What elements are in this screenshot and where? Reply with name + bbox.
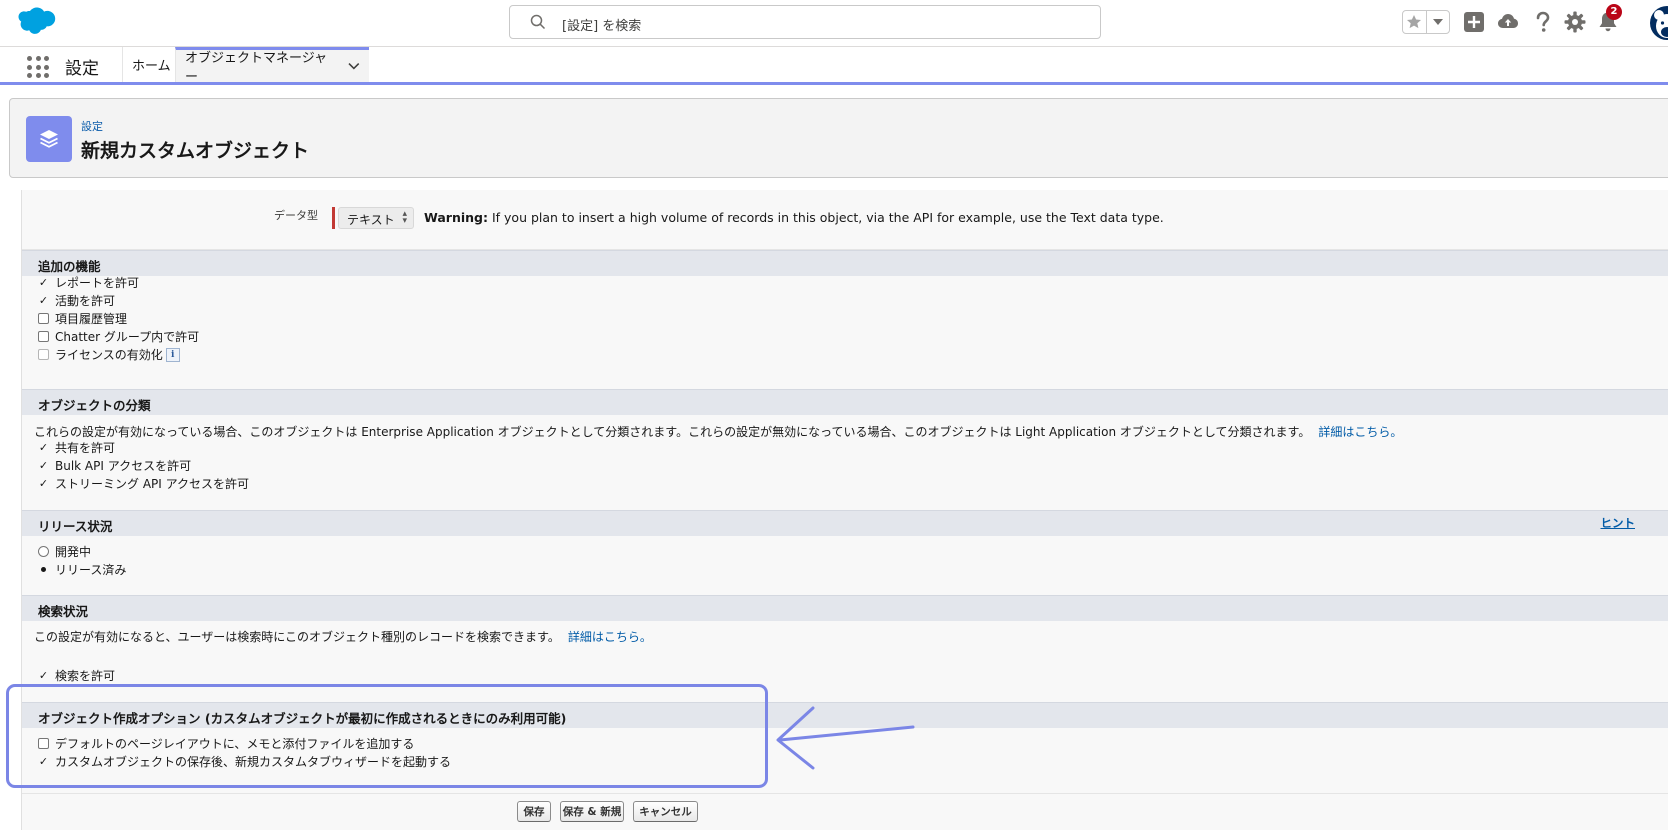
plus-box-icon	[1464, 12, 1484, 32]
user-avatar[interactable]	[1650, 6, 1668, 40]
checkbox-empty-icon	[38, 313, 49, 324]
checkbox-streaming-api[interactable]: ✓ ストリーミング API アクセスを許可	[38, 475, 249, 492]
checkbox-label: 共有を許可	[55, 441, 116, 455]
learn-more-link[interactable]: 詳細はこちら。	[1318, 425, 1402, 439]
section-title-features: 追加の機能	[38, 259, 101, 274]
annotation-arrow-icon	[776, 706, 915, 770]
checkbox-allow-search[interactable]: ✓ 検索を許可	[38, 667, 115, 684]
tab-object-manager[interactable]: オブジェクトマネージャー	[175, 47, 369, 85]
checkbox-label: Chatter グループ内で許可	[55, 330, 200, 344]
favorites-group	[1402, 10, 1450, 34]
checkbox-label: ライセンスの有効化	[55, 348, 163, 362]
radio-deployed[interactable]: リリース済み	[38, 561, 126, 578]
tab-object-manager-label: オブジェクトマネージャー	[185, 51, 328, 85]
data-type-value: テキスト	[347, 213, 395, 227]
checkbox-enable-licensing: ライセンスの有効化 i	[38, 346, 180, 363]
gear-icon	[1564, 11, 1586, 33]
description-text: この設定が有効になると、ユーザーは検索時にこのオブジェクト種別のレコードを検索で…	[34, 630, 560, 644]
info-icon[interactable]: i	[165, 347, 180, 362]
tab-home[interactable]: ホーム	[122, 47, 180, 82]
checkmark-icon: ✓	[38, 459, 49, 472]
radio-empty-icon	[38, 546, 49, 557]
save-button[interactable]: 保存	[517, 801, 551, 822]
select-arrows-icon: ▴ ▾	[402, 209, 407, 226]
button-row: 保存 保存 & 新規 キャンセル	[22, 793, 1668, 827]
global-search[interactable]: [設定] を検索	[509, 5, 1101, 39]
search-description: この設定が有効になると、ユーザーは検索時にこのオブジェクト種別のレコードを検索で…	[34, 628, 652, 645]
checkbox-label: 項目履歴管理	[55, 312, 128, 326]
radio-selected-icon	[41, 567, 46, 572]
checkbox-label: 活動を許可	[55, 294, 116, 308]
favorites-dropdown-button[interactable]	[1425, 11, 1449, 33]
checkbox-bulk-api[interactable]: ✓ Bulk API アクセスを許可	[38, 457, 191, 474]
description-text: これらの設定が有効になっている場合、このオブジェクトは Enterprise A…	[34, 425, 1311, 439]
cancel-button[interactable]: キャンセル	[633, 801, 698, 822]
radio-in-development[interactable]: 開発中	[38, 543, 91, 560]
checkmark-icon: ✓	[38, 441, 49, 454]
radio-label: リリース済み	[55, 563, 127, 577]
cloud-upload-icon	[1498, 14, 1518, 28]
classification-description: これらの設定が有効になっている場合、このオブジェクトは Enterprise A…	[34, 423, 1402, 440]
checkmark-icon: ✓	[38, 669, 49, 682]
app-navigation-bar: 設定 ホーム オブジェクトマネージャー	[0, 47, 1668, 85]
chevron-down-icon[interactable]	[348, 62, 360, 70]
app-launcher-icon[interactable]	[27, 56, 49, 78]
hint-link[interactable]: ヒント	[1601, 515, 1636, 531]
checkmark-icon: ✓	[38, 477, 49, 490]
annotation-highlight-box	[6, 684, 768, 788]
tab-home-label: ホーム	[132, 59, 171, 74]
page-title: 新規カスタムオブジェクト	[81, 140, 310, 162]
data-type-warning: Warning: If you plan to insert a high vo…	[424, 210, 1164, 225]
checkbox-allow-activities[interactable]: ✓ 活動を許可	[38, 292, 115, 309]
app-name: 設定	[65, 59, 99, 79]
checkbox-label: Bulk API アクセスを許可	[55, 459, 192, 473]
warning-label: Warning:	[424, 210, 488, 225]
search-placeholder: [設定] を検索	[562, 19, 642, 34]
section-header-classification: オブジェクトの分類	[22, 389, 1668, 415]
checkbox-label: レポートを許可	[55, 276, 140, 290]
salesforce-logo[interactable]	[12, 6, 56, 38]
checkbox-allow-sharing[interactable]: ✓ 共有を許可	[38, 439, 115, 456]
section-title-deployment: リリース状況	[38, 519, 113, 534]
help-button[interactable]	[1531, 10, 1555, 34]
star-icon	[1407, 15, 1422, 29]
checkbox-label: 検索を許可	[55, 669, 116, 683]
question-icon	[1536, 11, 1550, 32]
bear-avatar-icon	[1654, 10, 1668, 38]
radio-label: 開発中	[55, 545, 92, 559]
section-header-deployment: リリース状況 ヒント	[22, 510, 1668, 536]
checkbox-chatter-groups[interactable]: Chatter グループ内で許可	[38, 328, 199, 345]
global-header: [設定] を検索 2	[0, 0, 1668, 47]
section-header-features: 追加の機能	[22, 250, 1668, 276]
notification-count-badge: 2	[1606, 4, 1622, 20]
save-and-new-button[interactable]: 保存 & 新規	[560, 801, 624, 822]
caret-down-icon	[1432, 19, 1443, 25]
section-title-search: 検索状況	[38, 604, 89, 619]
learn-more-link[interactable]: 詳細はこちら。	[568, 630, 652, 644]
trailhead-button[interactable]	[1496, 10, 1520, 34]
warning-text: If you plan to insert a high volume of r…	[487, 210, 1164, 225]
page-header: 設定 新規カスタムオブジェクト	[9, 98, 1668, 178]
stacked-layers-icon	[26, 116, 72, 162]
section-header-search: 検索状況	[22, 595, 1668, 621]
checkbox-empty-icon	[38, 331, 49, 342]
global-actions-button[interactable]	[1462, 10, 1486, 34]
checkbox-disabled-icon	[38, 349, 49, 360]
search-icon	[530, 14, 546, 30]
setup-gear-button[interactable]	[1563, 10, 1587, 34]
checkmark-icon: ✓	[38, 294, 49, 307]
data-type-label: データ型	[274, 209, 318, 222]
required-indicator	[332, 207, 335, 229]
data-type-row: データ型 テキスト ▴ ▾ Warning: If you plan to ins…	[22, 190, 1668, 250]
checkbox-label: ストリーミング API アクセスを許可	[55, 477, 250, 491]
checkbox-allow-reports[interactable]: ✓ レポートを許可	[38, 274, 139, 291]
checkmark-icon: ✓	[38, 276, 49, 289]
data-type-select[interactable]: テキスト ▴ ▾	[338, 207, 414, 229]
breadcrumb-setup-link[interactable]: 設定	[81, 118, 103, 134]
checkbox-field-history[interactable]: 項目履歴管理	[38, 310, 127, 327]
favorite-star-button[interactable]	[1403, 11, 1426, 33]
section-title-classification: オブジェクトの分類	[38, 398, 151, 413]
